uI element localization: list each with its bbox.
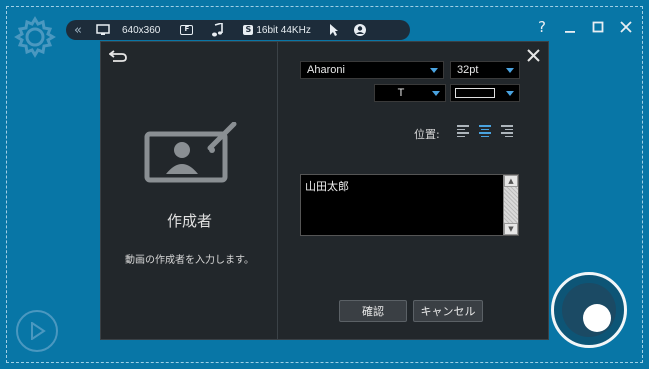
author-text-value: 山田太郎 <box>305 180 349 193</box>
play-icon <box>31 322 46 340</box>
text-alignment-group <box>457 124 513 138</box>
font-style-value: T <box>397 87 405 99</box>
music-note-icon[interactable] <box>211 23 224 37</box>
minimize-button[interactable] <box>563 18 577 36</box>
video-format-button[interactable]: F <box>180 25 194 35</box>
chevron-down-icon <box>432 91 440 96</box>
font-size-value: 32pt <box>457 64 479 76</box>
font-size-select[interactable]: 32pt <box>450 61 520 79</box>
confirm-button[interactable]: 確認 <box>339 300 407 322</box>
align-center-icon[interactable] <box>478 124 492 138</box>
cancel-button[interactable]: キャンセル <box>413 300 483 322</box>
scroll-down-arrow-icon[interactable]: ▼ <box>504 223 518 235</box>
resolution-label: 640x360 <box>121 24 161 36</box>
scroll-up-arrow-icon[interactable]: ▲ <box>504 175 518 187</box>
monitor-icon <box>96 24 110 35</box>
align-left-icon[interactable] <box>457 124 471 138</box>
chevron-down-icon <box>430 68 438 73</box>
help-button[interactable]: ? <box>535 18 549 36</box>
audio-quality-label: 16bit 44KHz <box>256 24 311 36</box>
dialog-info-panel: 作成者 動画の作成者を入力します。 <box>101 42 278 339</box>
text-scrollbar[interactable]: ▲ ▼ <box>503 175 518 235</box>
font-color-select[interactable] <box>450 84 520 102</box>
font-style-select[interactable]: T <box>374 84 446 102</box>
position-label: 位置: <box>414 128 440 141</box>
window-controls: ? <box>535 18 633 36</box>
cursor-pointer-icon[interactable] <box>329 23 339 37</box>
scroll-track[interactable] <box>504 187 518 223</box>
font-family-select[interactable]: Aharoni <box>300 61 444 79</box>
audio-badge-icon: S <box>243 25 254 35</box>
maximize-button[interactable] <box>591 18 605 36</box>
dialog-description: 動画の作成者を入力します。 <box>125 255 254 266</box>
recorder-app: « 640x360 F S 16bit 44KHz ? 作成者 動画の作成者を入… <box>0 0 649 369</box>
author-text-input[interactable]: 山田太郎 ▲ ▼ <box>300 174 519 236</box>
font-family-value: Aharoni <box>307 64 345 76</box>
dialog-title: 作成者 <box>166 212 212 230</box>
font-color-swatch <box>455 88 495 98</box>
format-badge-icon: F <box>180 25 194 35</box>
author-settings-dialog: 作成者 動画の作成者を入力します。 Aharoni 32pt T 位置: 山田太… <box>100 41 549 340</box>
recording-toolbar: « 640x360 F S 16bit 44KHz <box>66 20 410 40</box>
audio-settings-button[interactable]: S 16bit 44KHz <box>243 24 311 36</box>
webcam-user-icon[interactable] <box>353 23 367 37</box>
settings-gear-icon[interactable] <box>14 16 56 58</box>
close-window-button[interactable] <box>619 18 633 36</box>
align-right-icon[interactable] <box>499 124 513 138</box>
dialog-close-button[interactable] <box>527 46 540 67</box>
play-button[interactable] <box>16 310 58 352</box>
record-button-inner <box>562 283 616 337</box>
record-button[interactable] <box>551 272 627 348</box>
screen-resolution[interactable]: 640x360 <box>96 24 160 36</box>
author-edit-icon <box>144 121 240 188</box>
record-dot-icon <box>583 304 611 332</box>
chevron-down-icon <box>506 91 514 96</box>
collapse-toolbar-icon[interactable]: « <box>74 23 82 38</box>
chevron-down-icon <box>506 68 514 73</box>
back-arrow-icon[interactable] <box>108 48 127 67</box>
